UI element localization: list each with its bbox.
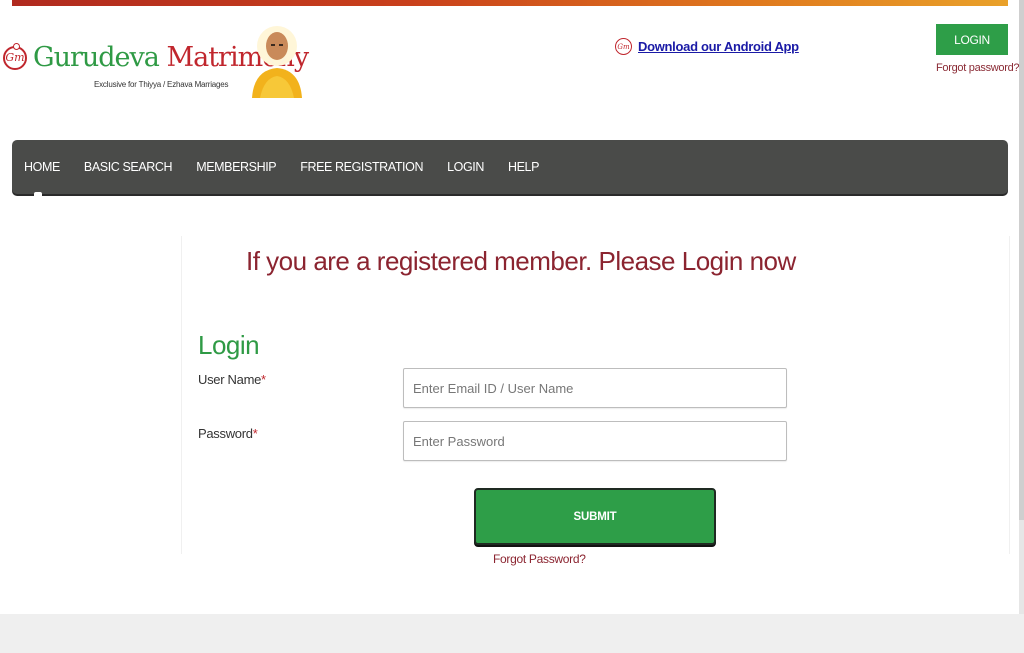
nav-item-membership[interactable]: MEMBERSHIP <box>196 160 276 174</box>
password-input[interactable] <box>403 421 787 461</box>
head <box>266 32 288 60</box>
nav-item-login[interactable]: LOGIN <box>447 160 484 174</box>
username-label-text: User Name <box>198 372 262 387</box>
login-prompt-heading: If you are a registered member. Please L… <box>246 246 796 276</box>
gm-logo-icon: Gm <box>3 42 27 70</box>
required-asterisk: * <box>252 426 258 441</box>
scrollbar-thumb[interactable] <box>1019 0 1024 520</box>
nav-item-help[interactable]: HELP <box>508 160 539 174</box>
page-scrollbar[interactable] <box>1019 0 1024 620</box>
active-nav-indicator <box>34 192 42 196</box>
header-login-button[interactable]: LOGIN <box>936 24 1008 55</box>
main-navbar: HOME BASIC SEARCH MEMBERSHIP FREE REGIST… <box>12 140 1008 196</box>
required-asterisk: * <box>261 372 266 387</box>
password-label: Password* <box>198 426 258 441</box>
logo-badge-text: Gm <box>5 51 25 64</box>
nav-item-free-registration[interactable]: FREE REGISTRATION <box>300 160 423 174</box>
forgot-password-link[interactable]: Forgot Password? <box>493 552 586 566</box>
login-form-title: Login <box>198 330 260 360</box>
brand-tagline: Exclusive for Thiyya / Ezhava Marriages <box>94 80 229 89</box>
page-footer <box>0 614 1024 653</box>
android-link-text: Download our Android App <box>638 39 799 54</box>
nav-item-home[interactable]: HOME <box>24 160 60 174</box>
header-forgot-password-link[interactable]: Forgot password? <box>936 62 1020 74</box>
submit-button[interactable]: SUBMIT <box>474 488 716 545</box>
password-label-text: Password <box>198 426 253 441</box>
top-accent-bar <box>12 0 1008 6</box>
brand-name-part1: Gurudeva <box>33 42 160 73</box>
app-logo-icon: Gm <box>615 38 632 55</box>
guru-portrait-image <box>252 26 302 98</box>
download-android-app-link[interactable]: Gm Download our Android App <box>615 38 799 55</box>
nav-item-basic-search[interactable]: BASIC SEARCH <box>84 160 173 174</box>
username-label: User Name* <box>198 372 266 387</box>
username-input[interactable] <box>403 368 787 408</box>
